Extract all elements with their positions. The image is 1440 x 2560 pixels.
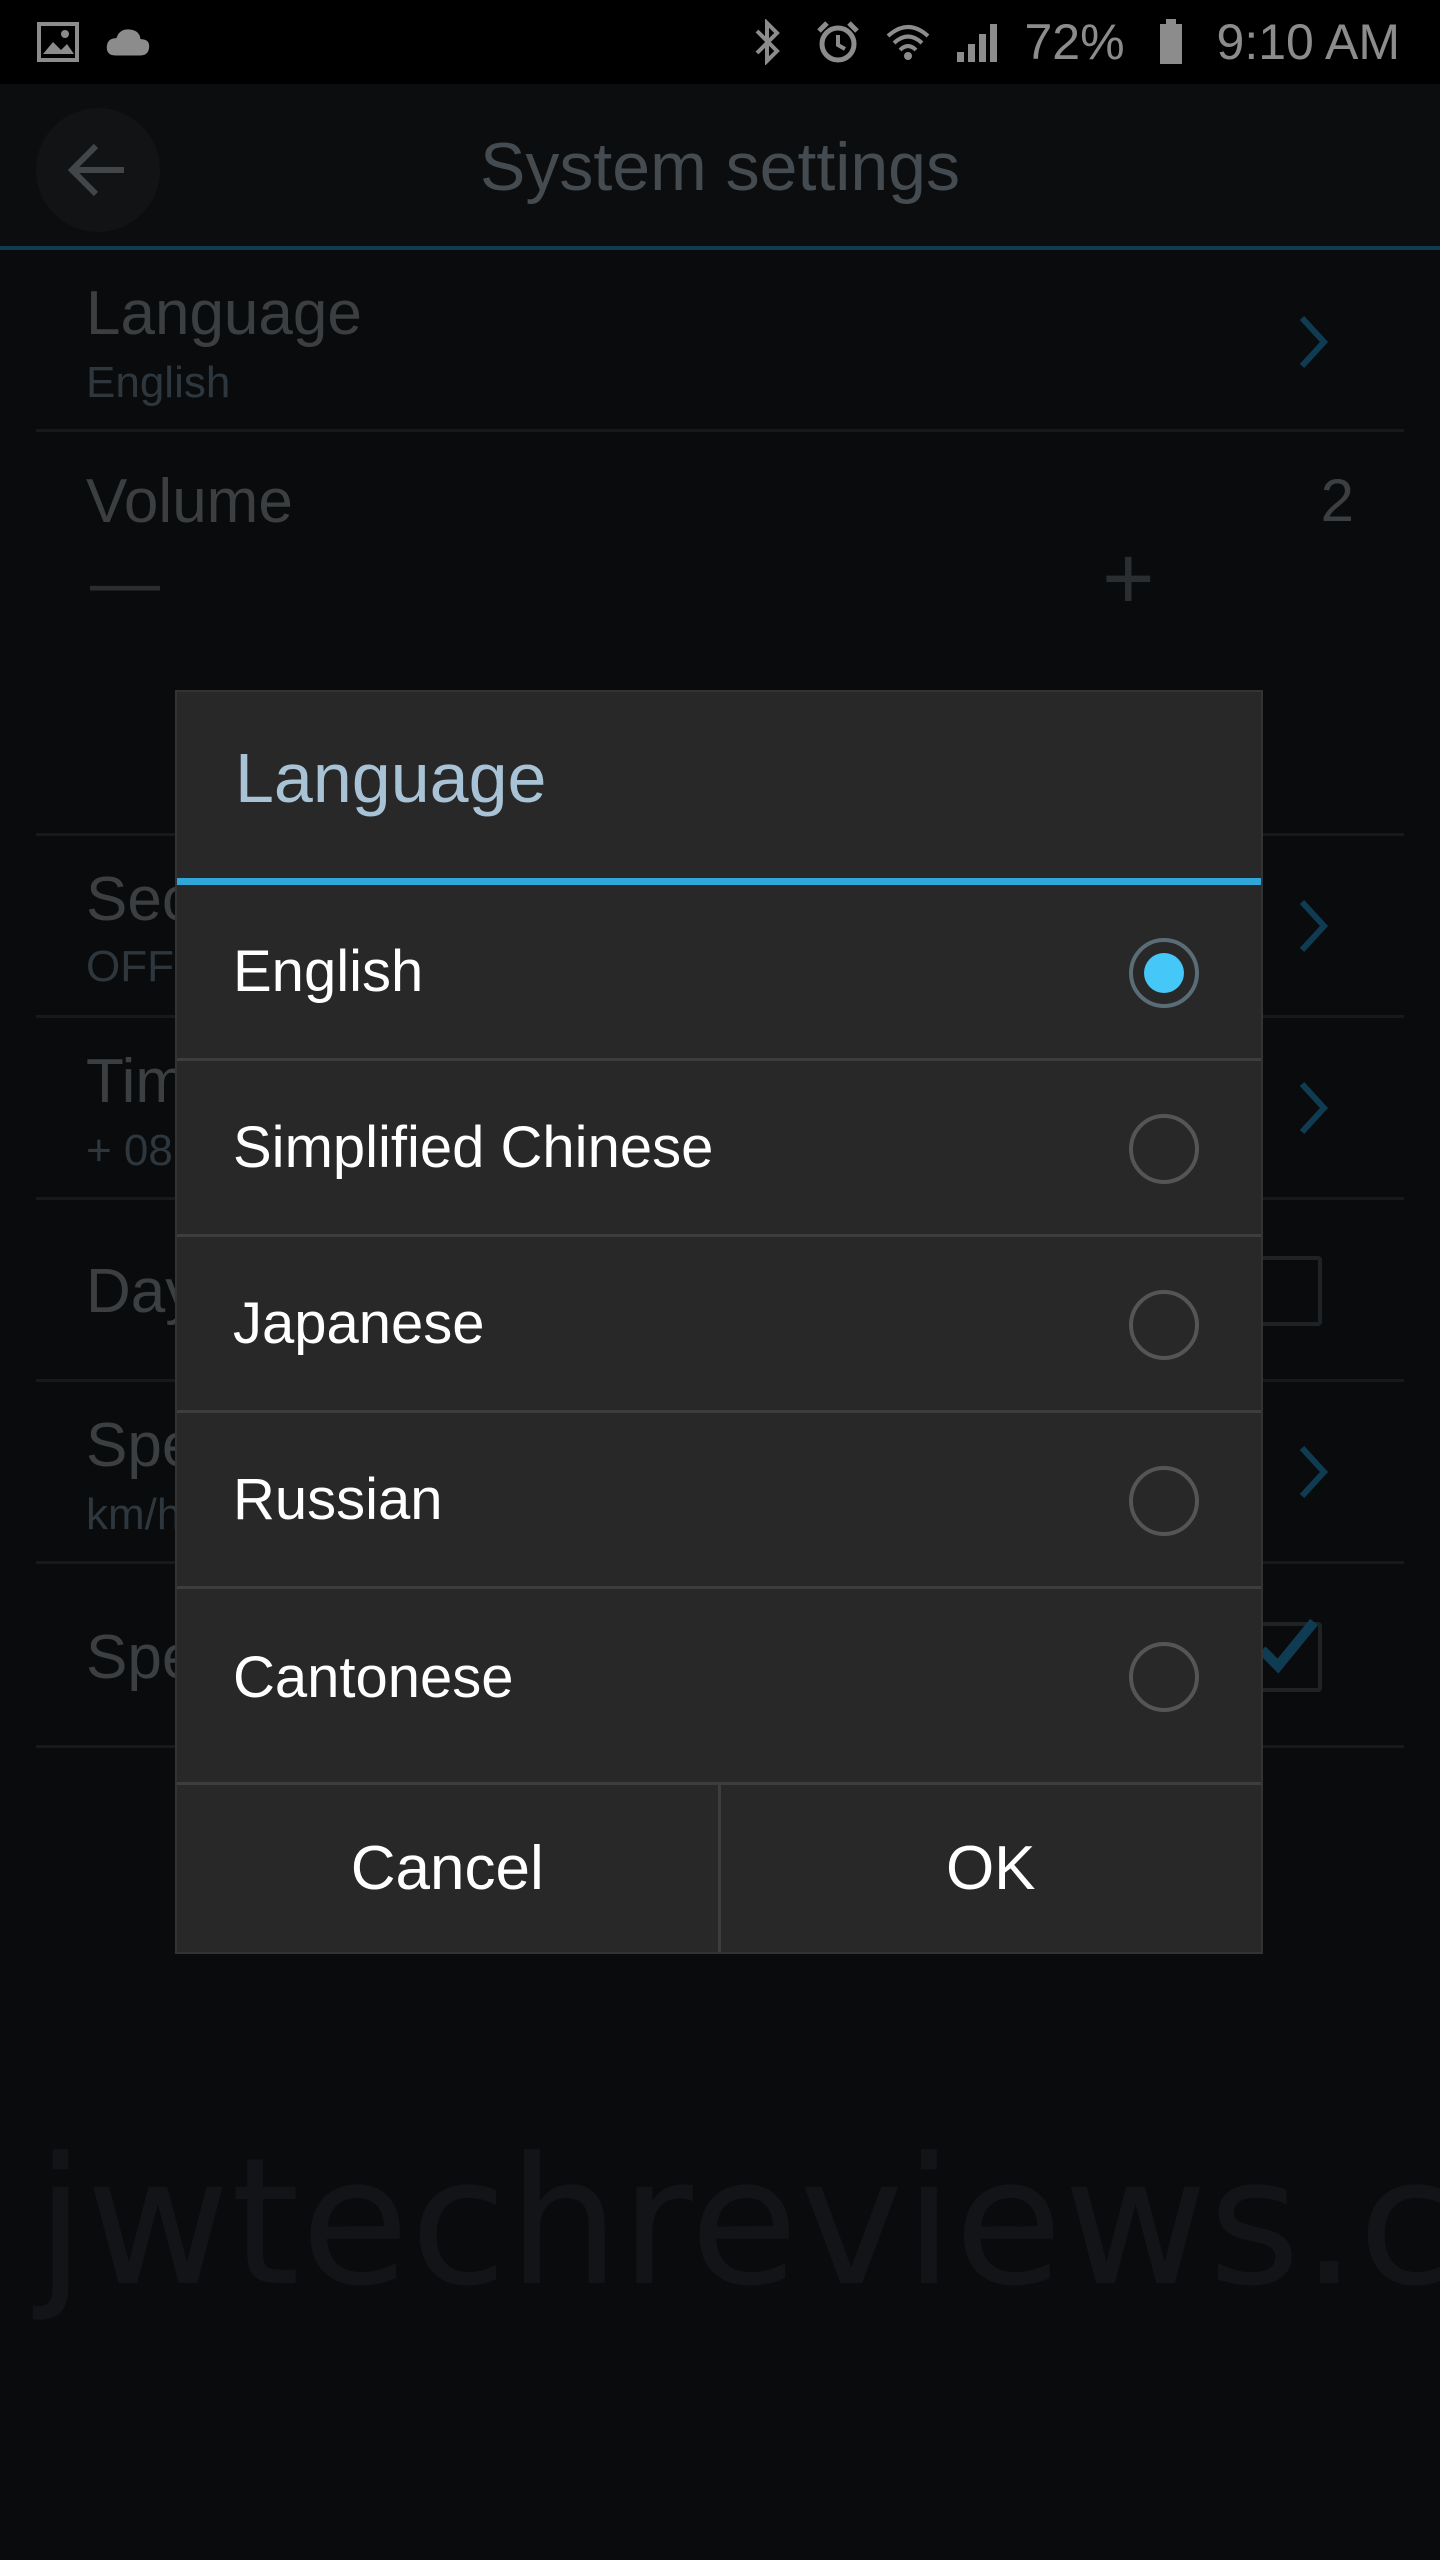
radio-button[interactable]	[1129, 1114, 1199, 1184]
option-label: English	[233, 939, 424, 1004]
option-label: Japanese	[233, 1291, 485, 1356]
radio-button[interactable]	[1129, 938, 1199, 1008]
radio-button[interactable]	[1129, 1642, 1199, 1712]
language-option-cantonese[interactable]: Cantonese	[177, 1589, 1261, 1765]
radio-button[interactable]	[1129, 1466, 1199, 1536]
language-options: English Simplified Chinese Japanese Russ…	[177, 885, 1261, 1765]
option-label: Cantonese	[233, 1644, 514, 1710]
dialog-divider	[177, 878, 1261, 885]
cancel-button[interactable]: Cancel	[177, 1785, 718, 1952]
language-dialog: Language English Simplified Chinese Japa…	[177, 692, 1261, 1952]
language-option-russian[interactable]: Russian	[177, 1413, 1261, 1589]
radio-button[interactable]	[1129, 1290, 1199, 1360]
language-option-simplified-chinese[interactable]: Simplified Chinese	[177, 1061, 1261, 1237]
ok-button[interactable]: OK	[717, 1785, 1261, 1952]
language-option-english[interactable]: English	[177, 885, 1261, 1061]
language-option-japanese[interactable]: Japanese	[177, 1237, 1261, 1413]
dialog-title: Language	[235, 739, 547, 817]
screen: 72% 9:10 AM System settings Language Eng…	[0, 0, 1440, 2560]
option-label: Simplified Chinese	[233, 1115, 714, 1180]
dialog-buttons: Cancel OK	[177, 1782, 1261, 1952]
option-label: Russian	[233, 1467, 443, 1532]
radio-selected-dot	[1144, 953, 1184, 993]
